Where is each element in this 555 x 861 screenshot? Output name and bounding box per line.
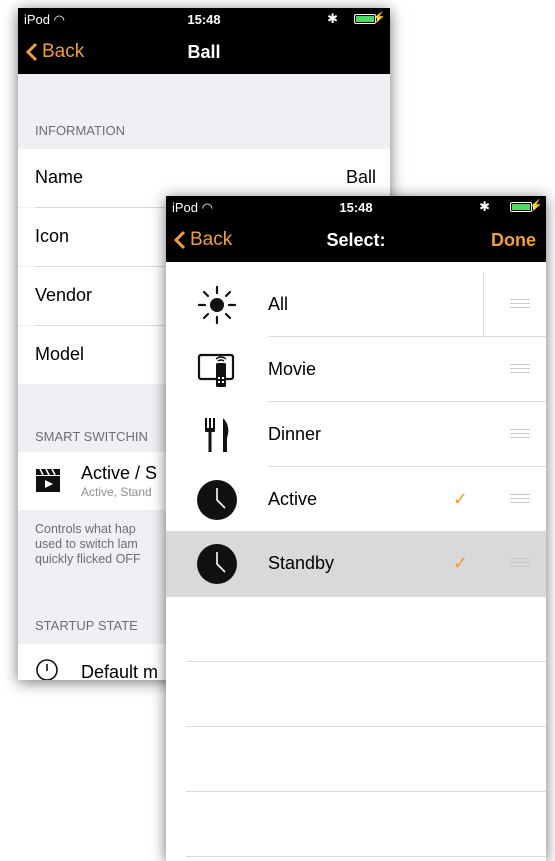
charging-icon: ⚡ bbox=[372, 12, 386, 24]
divider bbox=[186, 856, 546, 857]
select-scene-screen: iPod ◠ 15:48 ✱ ⚡ Back Select: Done All M… bbox=[166, 196, 546, 861]
name-label: Name bbox=[35, 167, 84, 187]
reorder-handle-icon[interactable] bbox=[510, 299, 530, 308]
list-item-active[interactable]: Active ✓ bbox=[166, 467, 546, 531]
fork-knife-icon bbox=[205, 418, 229, 452]
clock-icon bbox=[197, 544, 237, 584]
reorder-handle-icon[interactable] bbox=[510, 429, 530, 438]
list-item-label: Active bbox=[268, 489, 318, 509]
default-mode-label: Default m bbox=[81, 662, 159, 680]
smart-switching-subtitle: Active, Stand bbox=[81, 485, 152, 499]
startup-state-header: STARTUP STATE bbox=[35, 618, 138, 633]
nav-bar: Back Ball bbox=[18, 30, 390, 74]
list-item-label: Dinner bbox=[268, 424, 322, 444]
model-label: Model bbox=[35, 344, 85, 364]
nav-bar: Back Select: Done bbox=[166, 218, 546, 262]
list-item-standby[interactable]: Standby ✓ bbox=[166, 531, 546, 597]
page-title: Ball bbox=[187, 42, 221, 62]
clapperboard-icon bbox=[36, 468, 60, 492]
done-button[interactable]: Done bbox=[491, 230, 536, 251]
checkmark-icon: ✓ bbox=[452, 553, 468, 573]
vendor-label: Vendor bbox=[35, 285, 93, 305]
tv-remote-icon bbox=[197, 353, 235, 387]
reorder-handle-icon[interactable] bbox=[510, 364, 530, 373]
sun-icon bbox=[197, 285, 237, 325]
divider bbox=[186, 661, 546, 662]
list-item-label: Movie bbox=[268, 359, 317, 379]
list-item-dinner[interactable]: Dinner bbox=[166, 402, 546, 466]
divider bbox=[483, 272, 484, 336]
divider bbox=[186, 791, 546, 792]
list-item-label: Standby bbox=[268, 553, 335, 573]
list-item-movie[interactable]: Movie bbox=[166, 337, 546, 401]
status-bar: iPod ◠ 15:48 ✱ ⚡ bbox=[166, 196, 546, 218]
information-header: INFORMATION bbox=[35, 123, 126, 138]
bluetooth-icon: ✱ bbox=[327, 11, 338, 26]
reorder-handle-icon[interactable] bbox=[510, 494, 530, 503]
smart-switching-header: SMART SWITCHIN bbox=[35, 429, 148, 444]
reorder-handle-icon[interactable] bbox=[510, 558, 530, 567]
list-item-all[interactable]: All bbox=[166, 272, 546, 336]
power-icon bbox=[36, 659, 58, 680]
icon-label: Icon bbox=[35, 226, 70, 246]
divider bbox=[186, 726, 546, 727]
bluetooth-icon: ✱ bbox=[479, 199, 490, 214]
smart-switching-title: Active / S bbox=[81, 463, 158, 483]
status-bar: iPod ◠ 15:48 ✱ ⚡ bbox=[18, 8, 390, 30]
name-value: Ball bbox=[345, 167, 376, 187]
charging-icon: ⚡ bbox=[529, 200, 543, 212]
list-item-label: All bbox=[268, 294, 289, 314]
checkmark-icon: ✓ bbox=[452, 489, 468, 509]
clock-icon bbox=[197, 480, 237, 520]
page-title: Select: bbox=[326, 230, 386, 250]
